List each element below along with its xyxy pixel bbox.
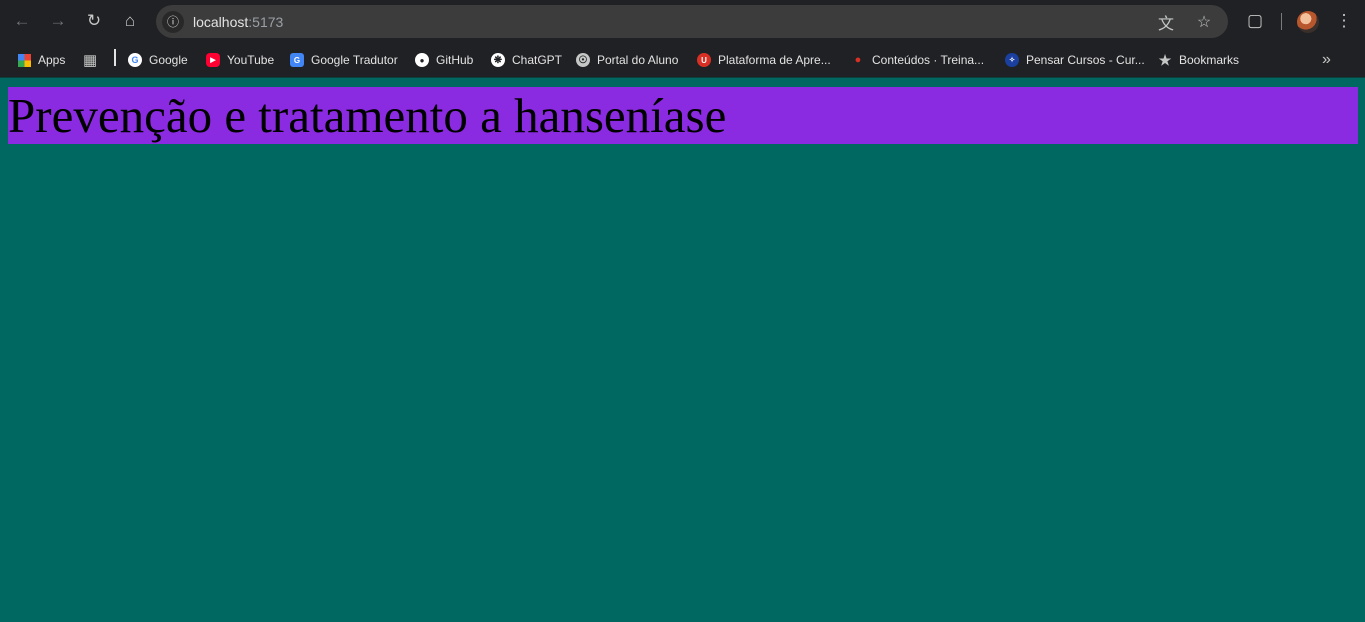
forward-button[interactable]: → [44, 7, 72, 35]
bookmarks-bar: Apps ▦ G Google ▶ YouTube G Google Tradu… [0, 42, 1365, 78]
site-info-icon[interactable]: ⓘ [162, 10, 184, 33]
bookmark-label: Pensar Cursos - Cur... [1026, 53, 1145, 67]
bookmark-label: Google [149, 53, 188, 67]
heading-banner: Prevenção e tratamento a hanseníase [8, 87, 1358, 144]
google-icon: G [128, 53, 142, 67]
browser-chrome: ← → ↻ ⌂ ⓘ localhost:5173 文 ☆ ▢ ⋮ Apps ▦ … [0, 0, 1365, 78]
pensar-icon: ✧ [1005, 53, 1019, 67]
menu-kebab-icon[interactable]: ⋮ [1331, 8, 1357, 34]
tab-groups-button[interactable]: ▦ [83, 51, 97, 69]
omnibox-actions: 文 ☆ [1154, 10, 1216, 34]
bookmark-google-tradutor[interactable]: G Google Tradutor [290, 51, 398, 69]
github-icon: ● [415, 53, 429, 67]
bookmark-label: ChatGPT [512, 53, 563, 67]
browser-toolbar: ← → ↻ ⌂ ⓘ localhost:5173 文 ☆ ▢ ⋮ [0, 0, 1365, 42]
chatgpt-icon: ❋ [491, 53, 505, 67]
bookmark-label: GitHub [436, 53, 474, 67]
toolbar-divider [1281, 13, 1282, 30]
more-bookmarks-chevron-icon[interactable]: » [1322, 51, 1331, 69]
bookmark-github[interactable]: ● GitHub [415, 51, 473, 69]
address-bar[interactable]: ⓘ localhost:5173 文 ☆ [156, 5, 1228, 38]
bookmark-apps[interactable]: Apps [18, 51, 65, 69]
youtube-icon: ▶ [206, 53, 220, 67]
translate-icon[interactable]: 文 [1154, 10, 1178, 34]
bookmark-pensar-cursos[interactable]: ✧ Pensar Cursos - Cur... [1005, 51, 1145, 69]
grid-icon: ▦ [83, 52, 98, 69]
bookmark-youtube[interactable]: ▶ YouTube [206, 51, 274, 69]
bookmark-chatgpt[interactable]: ❋ ChatGPT [491, 51, 562, 69]
bookmark-portal-do-aluno[interactable]: ☉ Portal do Aluno [576, 51, 678, 69]
home-button[interactable]: ⌂ [116, 7, 144, 35]
bookmark-separator [114, 49, 116, 66]
google-translate-icon: G [290, 53, 304, 67]
url-host: localhost [193, 13, 249, 30]
plataforma-icon: U [697, 53, 711, 67]
bookmark-label: Apps [38, 53, 66, 67]
url-port: :5173 [248, 13, 284, 30]
reload-button[interactable]: ↻ [80, 7, 108, 35]
bookmark-label: YouTube [227, 53, 275, 67]
page-title: Prevenção e tratamento a hanseníase [8, 88, 727, 143]
back-button[interactable]: ← [8, 7, 36, 35]
globe-icon: ☉ [576, 53, 590, 67]
bookmark-label: Portal do Aluno [597, 53, 679, 67]
bookmark-label: Google Tradutor [311, 53, 398, 67]
star-icon: ★ [1158, 51, 1172, 68]
pin-icon: ● [854, 54, 862, 66]
bookmark-star-icon[interactable]: ☆ [1192, 10, 1216, 34]
bookmark-label: Plataforma de Apre... [718, 53, 831, 67]
bookmark-bookmarks[interactable]: ★ Bookmarks [1158, 51, 1239, 69]
url-text[interactable]: localhost:5173 [193, 14, 283, 30]
bookmark-label: Conteúdos · Treina... [872, 53, 985, 67]
apps-grid-icon [18, 53, 31, 67]
extensions-icon[interactable]: ▢ [1242, 8, 1268, 34]
bookmark-plataforma[interactable]: U Plataforma de Apre... [697, 51, 831, 69]
bookmark-label: Bookmarks [1179, 53, 1240, 67]
bookmark-conteudos[interactable]: ● Conteúdos · Treina... [851, 51, 984, 69]
profile-avatar[interactable] [1297, 11, 1319, 33]
bookmark-google[interactable]: G Google [128, 51, 188, 69]
